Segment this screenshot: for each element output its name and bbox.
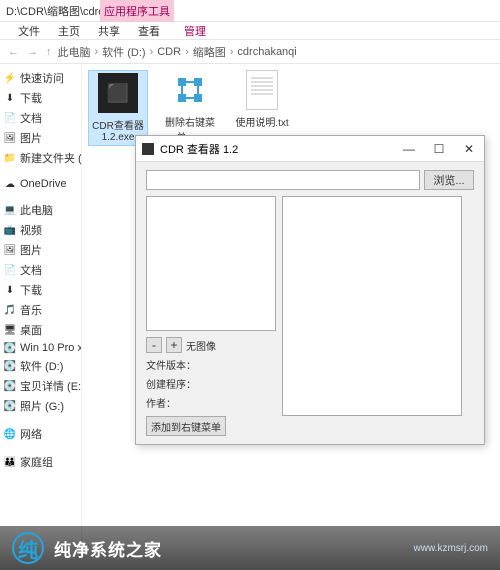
chevron-icon: › [95,46,99,58]
sidebar-item-downloads2[interactable]: ⬇下载 [0,280,81,300]
menubar: 文件 主页 共享 查看 管理 [0,22,500,40]
desktop-icon: 🖥 [4,324,16,336]
download-icon: ⬇ [4,92,16,104]
sidebar-item-drive-c[interactable]: 💽Win 10 Pro x64 (… [0,340,81,356]
sidebar-item-thispc[interactable]: 💻此电脑 [0,200,81,220]
drive-icon: 💽 [4,380,16,392]
minimize-button[interactable]: — [394,136,424,162]
ribbon-context-tab[interactable]: 管理 [184,23,206,39]
music-icon: 🎵 [4,304,16,316]
ribbon-context: 应用程序工具 [100,0,174,22]
sidebar-item-drive-d[interactable]: 💽软件 (D:) [0,356,81,376]
sidebar-item-documents[interactable]: 📄文档 [0,108,81,128]
zoom-in-button[interactable]: + [166,337,182,353]
preview-panel [282,196,462,416]
crumb-1[interactable]: 软件 (D:) [102,44,145,60]
picture-icon: 🖼 [4,132,16,144]
explorer-titlebar: D:\CDR\缩略图\cdrchakanqi 应用程序工具 [0,0,500,22]
crumb-2[interactable]: CDR [157,46,181,58]
drive-icon: 💽 [4,342,16,354]
menu-view[interactable]: 查看 [138,23,160,39]
address-bar[interactable]: ← → ↑ 此电脑› 软件 (D:)› CDR› 缩略图› cdrchakanq… [0,40,500,64]
browse-button[interactable]: 浏览... [424,170,474,190]
nav-pane: ⚡快速访问 ⬇下载 📄文档 🖼图片 📁新建文件夹 (B) ☁OneDrive 💻… [0,64,82,544]
author-label: 作者： [146,395,276,410]
brand-logo-icon: 纯 [12,532,44,564]
txt-icon [246,70,278,110]
menu-file[interactable]: 文件 [18,23,40,39]
nav-up-icon[interactable]: ↑ [44,46,54,58]
close-button[interactable]: ✕ [454,136,484,162]
drive-icon: 💽 [4,400,16,412]
file-list-panel[interactable] [146,196,276,331]
chevron-icon: › [150,46,154,58]
sidebar-item-drive-g[interactable]: 💽照片 (G:) [0,396,81,416]
app-icon [142,143,154,155]
brand-name: 纯净系统之家 [54,536,162,561]
nav-forward-icon[interactable]: → [25,46,40,58]
chevron-icon: › [185,46,189,58]
sidebar-item-network[interactable]: 🌐网络 [0,424,81,444]
crumb-0[interactable]: 此电脑 [58,44,91,60]
picture-icon: 🖼 [4,244,16,256]
menu-share[interactable]: 共享 [98,23,120,39]
sidebar-item-desktop[interactable]: 🖥桌面 [0,320,81,340]
chevron-icon: › [230,46,234,58]
document-icon: 📄 [4,112,16,124]
add-context-menu-button[interactable]: 添加到右键菜单 [146,416,226,436]
cloud-icon: ☁ [4,178,16,190]
sidebar-item-homegroup[interactable]: 👪家庭组 [0,452,81,472]
dialog-title: CDR 查看器 1.2 [160,141,238,157]
menu-home[interactable]: 主页 [58,23,80,39]
reg-icon [170,70,210,110]
crumb-4[interactable]: cdrchakanqi [237,46,296,58]
no-image-label: 无图像 [186,338,216,353]
document-icon: 📄 [4,264,16,276]
maximize-button[interactable]: ☐ [424,136,454,162]
sidebar-item-drive-e[interactable]: 💽宝贝详情 (E:) [0,376,81,396]
ribbon-context-group[interactable]: 应用程序工具 [100,0,174,22]
star-icon: ⚡ [4,72,16,84]
sidebar-item-documents2[interactable]: 📄文档 [0,260,81,280]
zoom-out-button[interactable]: - [146,337,162,353]
video-icon: 📺 [4,224,16,236]
sidebar-item-videos[interactable]: 📺视频 [0,220,81,240]
sidebar-item-quickaccess[interactable]: ⚡快速访问 [0,68,81,88]
exe-icon: ⬛ [98,73,138,113]
sidebar-item-music[interactable]: 🎵音乐 [0,300,81,320]
sidebar-item-onedrive[interactable]: ☁OneDrive [0,176,81,192]
sidebar-item-pictures[interactable]: 🖼图片 [0,128,81,148]
network-icon: 🌐 [4,428,16,440]
file-version-label: 文件版本： [146,357,276,372]
homegroup-icon: 👪 [4,456,16,468]
brand-url: www.kzmsrj.com [414,543,488,554]
folder-icon: 📁 [4,152,16,164]
file-label: 使用说明.txt [232,114,292,129]
sidebar-item-newfolder[interactable]: 📁新建文件夹 (B) [0,148,81,168]
crumb-3[interactable]: 缩略图 [193,44,226,60]
sidebar-item-pictures2[interactable]: 🖼图片 [0,240,81,260]
sidebar-item-downloads[interactable]: ⬇下载 [0,88,81,108]
path-input[interactable] [146,170,420,190]
cdr-viewer-dialog: CDR 查看器 1.2 — ☐ ✕ 浏览... - + 无图像 文件版本： [135,135,485,445]
pc-icon: 💻 [4,204,16,216]
dialog-titlebar[interactable]: CDR 查看器 1.2 — ☐ ✕ [136,136,484,162]
creator-label: 创建程序： [146,376,276,391]
nav-back-icon[interactable]: ← [6,46,21,58]
watermark-footer: 纯 纯净系统之家 www.kzmsrj.com [0,526,500,570]
drive-icon: 💽 [4,360,16,372]
download-icon: ⬇ [4,284,16,296]
